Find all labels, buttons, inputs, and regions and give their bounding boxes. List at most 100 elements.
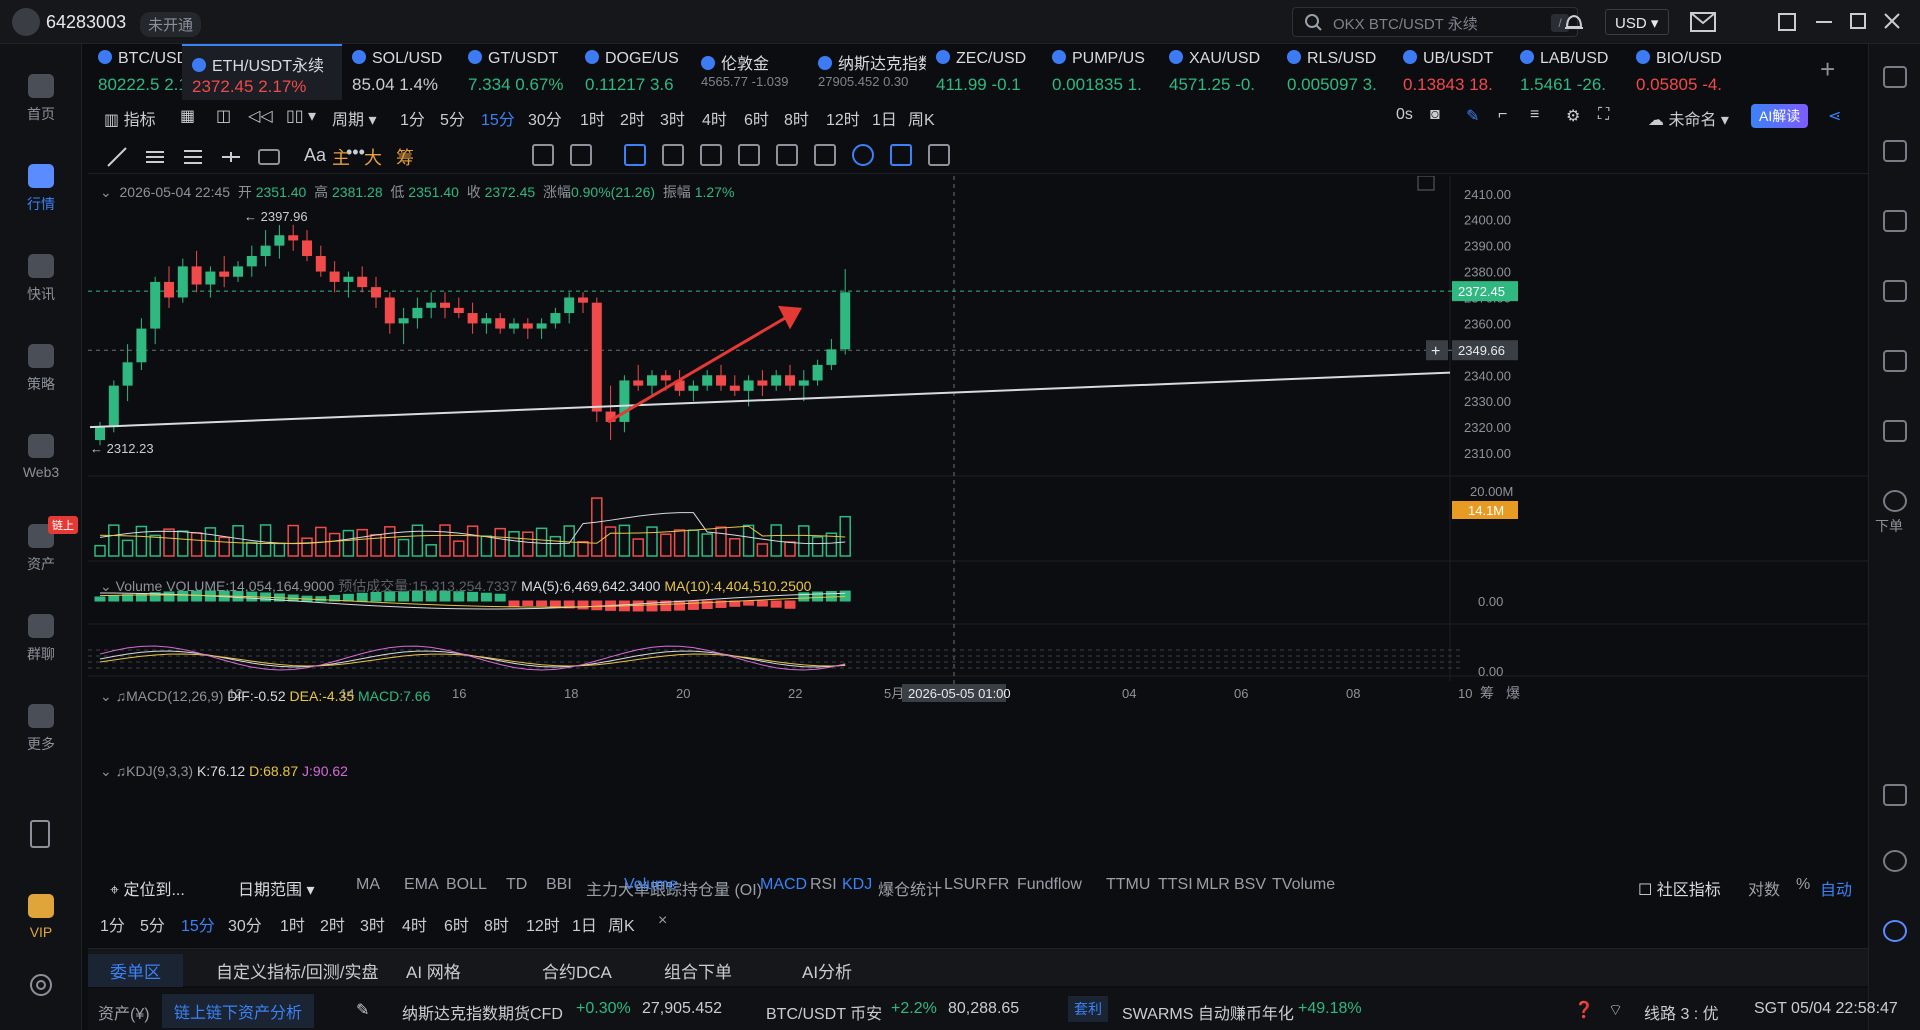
candle-icon[interactable] <box>1883 350 1907 372</box>
window-pin-icon[interactable] <box>1778 13 1796 31</box>
list-icon[interactable]: ≡ <box>1530 106 1539 124</box>
interval-5[interactable]: 2时 <box>620 106 645 130</box>
sub-indicator-13[interactable]: TVolume <box>1272 876 1335 894</box>
quick-interval-0[interactable]: 1分 <box>100 912 125 936</box>
assets-label[interactable]: 资产(¥) <box>98 1000 150 1024</box>
replay-icon[interactable]: ◁◁ <box>248 106 273 126</box>
ticker-item[interactable]: GT/USDT 7.334 0.67% <box>458 44 575 100</box>
etf-icon[interactable] <box>1883 420 1907 442</box>
big-order-button[interactable]: 大 <box>364 144 382 170</box>
candle-body[interactable] <box>757 380 768 386</box>
candle-body[interactable] <box>467 313 478 324</box>
document-icon[interactable] <box>1883 140 1907 162</box>
candle-body[interactable] <box>798 380 809 386</box>
candle-body[interactable] <box>108 385 119 428</box>
candle-body[interactable] <box>205 271 216 285</box>
interval-4[interactable]: 1时 <box>580 106 605 130</box>
candle-body[interactable] <box>536 323 547 329</box>
nav-chat[interactable]: 群聊 <box>0 614 82 664</box>
candle-body[interactable] <box>412 307 423 319</box>
panel-tab-5[interactable]: AI分析 <box>802 958 852 983</box>
calendar-icon[interactable]: ▦ <box>180 106 195 126</box>
main-indicator-2[interactable]: BOLL <box>446 876 487 894</box>
text-tool[interactable]: Aa <box>304 145 326 166</box>
quick-interval-4[interactable]: 1时 <box>280 912 305 936</box>
nav-web3[interactable]: Web3 <box>0 434 82 480</box>
main-indicator-1[interactable]: EMA <box>404 876 439 894</box>
interval-8[interactable]: 6时 <box>744 106 769 130</box>
candle-body[interactable] <box>288 235 299 241</box>
sub-indicator-9[interactable]: TTMU <box>1106 876 1150 894</box>
ticker-item[interactable]: BTC/USD 80222.5 2.1 <box>88 44 182 100</box>
sub-indicator-10[interactable]: TTSI <box>1158 876 1193 894</box>
select-tool-icon[interactable] <box>624 144 646 166</box>
pen-icon[interactable]: ✎ <box>1466 106 1479 126</box>
candle-body[interactable] <box>95 427 105 441</box>
trendline[interactable] <box>89 371 1451 429</box>
quick-interval-8[interactable]: 6时 <box>444 912 469 936</box>
panel-tab-0[interactable]: 委单区 <box>88 954 183 987</box>
maximize-icon[interactable] <box>1850 13 1866 29</box>
candle-body[interactable] <box>191 266 202 285</box>
community-indicator[interactable]: ☐ 社区指标 <box>1638 876 1721 900</box>
candle-body[interactable] <box>812 364 823 381</box>
parallel-tool-icon[interactable] <box>144 146 166 168</box>
bell-icon[interactable] <box>1563 11 1585 33</box>
candle-body[interactable] <box>343 276 354 282</box>
time-right-label[interactable]: 爆 <box>1506 686 1520 702</box>
candle-body[interactable] <box>688 385 699 391</box>
dollar-icon[interactable] <box>1883 210 1907 232</box>
interval-12[interactable]: 周K <box>908 106 935 130</box>
magnet-tool-icon[interactable] <box>852 144 874 166</box>
bars-tool-icon[interactable] <box>738 144 760 166</box>
close-icon[interactable] <box>1884 13 1900 29</box>
edit-icon[interactable]: ✎ <box>356 1000 369 1020</box>
candle-body[interactable] <box>219 271 230 277</box>
chips-button[interactable]: 筹 <box>396 144 414 170</box>
currency-select[interactable]: USD ▾ <box>1605 9 1669 35</box>
panel-tab-1[interactable]: 自定义指标/回测/实盘 <box>216 958 378 983</box>
candle-body[interactable] <box>495 318 506 329</box>
lock-tool-icon[interactable] <box>776 144 798 166</box>
auto-toggle[interactable]: 自动 <box>1820 876 1852 900</box>
ticker-item[interactable]: PUMP/US 0.001835 1. <box>1042 44 1159 100</box>
ticker-item[interactable]: DOGE/US 0.11217 3.6 <box>575 44 691 100</box>
ticker-item[interactable]: 纳斯达克指数 27905.452 0.30 <box>808 44 926 100</box>
candle-body[interactable] <box>826 349 837 365</box>
candle-body[interactable] <box>440 302 450 308</box>
time-right-label[interactable]: 筹 <box>1480 685 1494 702</box>
quick-interval-10[interactable]: 12时 <box>526 912 560 936</box>
nav-vip[interactable]: VIP <box>0 894 82 940</box>
candle-body[interactable] <box>564 297 575 314</box>
ticker-item[interactable]: SOL/USD 85.04 1.4% <box>342 44 458 100</box>
sub-indicator-5[interactable]: 爆仓统计 <box>878 876 942 900</box>
sub-indicator-6[interactable]: LSUR <box>944 876 987 894</box>
candle-body[interactable] <box>274 235 285 246</box>
quick-interval-3[interactable]: 30分 <box>228 912 262 936</box>
filter-tool-icon[interactable] <box>890 144 912 166</box>
candle-body[interactable] <box>233 266 243 277</box>
line-chart-icon[interactable] <box>1883 280 1907 302</box>
interval-6[interactable]: 3时 <box>660 106 685 130</box>
asset-analysis-button[interactable]: 链上链下资产分析 <box>162 994 315 1028</box>
channel-tool-icon[interactable] <box>182 146 204 168</box>
candle-body[interactable] <box>260 245 271 256</box>
measure-tool-icon[interactable] <box>532 144 554 166</box>
expand-icon[interactable] <box>1417 176 1435 191</box>
nav-more[interactable]: 更多 <box>0 704 82 754</box>
ticker-item[interactable]: BIO/USD 0.05805 -4. <box>1626 44 1738 100</box>
share-icon[interactable]: ⋖ <box>1828 106 1841 126</box>
candle-body[interactable] <box>591 302 602 412</box>
main-indicator-4[interactable]: BBI <box>546 876 572 894</box>
brush-tool-icon[interactable] <box>570 144 592 166</box>
nav-market[interactable]: 行情 <box>0 164 82 214</box>
candle-body[interactable] <box>578 297 588 303</box>
interval-10[interactable]: 12时 <box>826 106 860 130</box>
highlighter-tool-icon[interactable] <box>700 144 722 166</box>
sub-indicator-11[interactable]: MLR <box>1196 876 1230 894</box>
chart-canvas[interactable]: 2410.002400.002390.002380.002370.002360.… <box>88 176 1868 846</box>
sub-indicator-1[interactable]: 持仓量 (OI) <box>682 876 762 900</box>
percent-toggle[interactable]: % <box>1796 876 1810 894</box>
candle-body[interactable] <box>716 375 726 386</box>
layout-icon[interactable]: ◫ <box>216 106 231 126</box>
